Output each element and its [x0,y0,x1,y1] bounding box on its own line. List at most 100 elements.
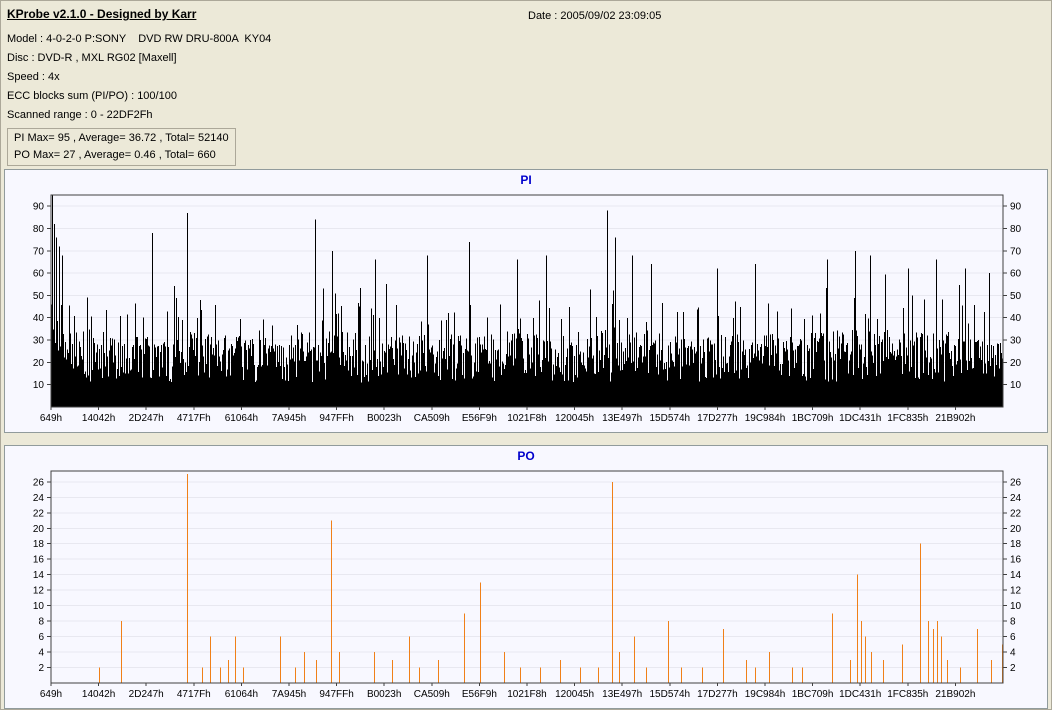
svg-text:20: 20 [1010,524,1022,535]
svg-text:10: 10 [1010,601,1022,612]
svg-text:40: 40 [33,313,45,324]
svg-text:15D574h: 15D574h [650,689,691,700]
svg-text:1FC835h: 1FC835h [887,413,928,424]
svg-text:2: 2 [38,663,44,674]
po-chart-panel: PO 2 2 4 4 6 6 8 8 10 10 12 12 14 14 16 16 18 18 20 20 22 22 2… [4,445,1048,709]
pi-chart-panel: PI 10 10 20 20 30 30 40 40 50 50 60 60 70 70 80 80 90 90 6… [4,169,1048,433]
svg-text:4717Fh: 4717Fh [177,413,211,424]
svg-text:1FC835h: 1FC835h [887,689,928,700]
svg-text:50: 50 [1010,291,1022,302]
svg-text:1DC431h: 1DC431h [839,413,881,424]
svg-text:1BC709h: 1BC709h [792,689,834,700]
kprobe-window: KProbe v2.1.0 - Designed by Karr Date : … [0,0,1052,710]
svg-text:7A945h: 7A945h [272,689,306,700]
svg-text:13E497h: 13E497h [602,689,642,700]
svg-text:2: 2 [1010,663,1016,674]
svg-text:13E497h: 13E497h [602,413,642,424]
svg-text:70: 70 [33,246,45,257]
svg-text:6: 6 [1010,632,1016,643]
svg-text:4: 4 [1010,648,1016,659]
svg-text:947FFh: 947FFh [319,689,353,700]
svg-text:15D574h: 15D574h [650,413,691,424]
svg-text:61064h: 61064h [225,689,258,700]
svg-text:20: 20 [33,524,45,535]
svg-text:20: 20 [33,358,45,369]
svg-text:90: 90 [33,202,45,213]
svg-text:120045h: 120045h [555,689,594,700]
svg-text:21B902h: 21B902h [935,689,975,700]
info-model: Model : 4-0-2-0 P:SONY DVD RW DRU-800A K… [7,33,272,45]
svg-text:CA509h: CA509h [414,413,450,424]
svg-text:80: 80 [1010,224,1022,235]
info-speed: Speed : 4x [7,71,60,83]
svg-text:16: 16 [33,555,45,566]
svg-text:8: 8 [38,617,44,628]
svg-text:61064h: 61064h [225,413,258,424]
info-disc: Disc : DVD-R , MXL RG02 [Maxell] [7,52,177,64]
app-title: KProbe v2.1.0 - Designed by Karr [7,7,197,21]
svg-text:24: 24 [1010,493,1022,504]
svg-text:10: 10 [1010,380,1022,391]
svg-text:90: 90 [1010,202,1022,213]
date-label: Date : 2005/09/02 23:09:05 [528,10,662,22]
info-ecc-sum: ECC blocks sum (PI/PO) : 100/100 [7,90,177,102]
svg-text:20: 20 [1010,358,1022,369]
summary-box: PI Max= 95 , Average= 36.72 , Total= 521… [7,128,236,166]
svg-text:60: 60 [1010,269,1022,280]
svg-text:1BC709h: 1BC709h [792,413,834,424]
svg-text:E56F9h: E56F9h [462,689,497,700]
svg-text:8: 8 [1010,617,1016,628]
svg-text:6: 6 [38,632,44,643]
svg-text:14042h: 14042h [82,689,115,700]
svg-text:14: 14 [1010,570,1022,581]
svg-text:22: 22 [33,508,45,519]
svg-text:18: 18 [33,539,45,550]
svg-text:12: 12 [33,586,45,597]
svg-text:E56F9h: E56F9h [462,413,497,424]
svg-text:10: 10 [33,380,45,391]
svg-text:1DC431h: 1DC431h [839,689,881,700]
svg-text:19C984h: 19C984h [745,689,786,700]
svg-text:14: 14 [33,570,45,581]
svg-text:4717Fh: 4717Fh [177,689,211,700]
svg-text:7A945h: 7A945h [272,413,306,424]
summary-pi-stats: PI Max= 95 , Average= 36.72 , Total= 521… [14,132,229,144]
svg-text:30: 30 [33,336,45,347]
svg-text:120045h: 120045h [555,413,594,424]
svg-text:1021F8h: 1021F8h [507,413,546,424]
svg-text:947FFh: 947FFh [319,413,353,424]
svg-text:50: 50 [33,291,45,302]
svg-text:16: 16 [1010,555,1022,566]
svg-text:26: 26 [1010,477,1022,488]
svg-text:4: 4 [38,648,44,659]
svg-text:70: 70 [1010,246,1022,257]
svg-text:22: 22 [1010,508,1022,519]
svg-text:2D247h: 2D247h [129,689,164,700]
po-chart-canvas: 2 24 46 68 810 1012 1214 1416 1618 1820 2022 2224 24… [33,470,1022,700]
svg-text:17D277h: 17D277h [697,689,738,700]
svg-text:B0023h: B0023h [367,689,401,700]
pi-chart-canvas: 10 10 20 20 30 30 40 40 50 50 60 60 70 70 80 80 90 90 649h… [33,194,1022,424]
info-scanned-range: Scanned range : 0 - 22DF2Fh [7,109,153,121]
svg-text:21B902h: 21B902h [935,413,975,424]
summary-po-stats: PO Max= 27 , Average= 0.46 , Total= 660 [14,149,216,161]
svg-text:B0023h: B0023h [367,413,401,424]
svg-text:80: 80 [33,224,45,235]
svg-text:18: 18 [1010,539,1022,550]
svg-text:40: 40 [1010,313,1022,324]
svg-text:12: 12 [1010,586,1022,597]
header: KProbe v2.1.0 - Designed by Karr Date : … [1,1,1051,167]
svg-text:26: 26 [33,477,45,488]
pi-chart-title: PI [520,173,532,187]
svg-text:24: 24 [33,493,45,504]
svg-text:30: 30 [1010,336,1022,347]
svg-text:649h: 649h [40,689,62,700]
svg-text:60: 60 [33,269,45,280]
svg-text:1021F8h: 1021F8h [507,689,546,700]
svg-text:17D277h: 17D277h [697,413,738,424]
svg-text:19C984h: 19C984h [745,413,786,424]
svg-text:CA509h: CA509h [414,689,450,700]
svg-text:10: 10 [33,601,45,612]
svg-text:2D247h: 2D247h [129,413,164,424]
svg-text:14042h: 14042h [82,413,115,424]
